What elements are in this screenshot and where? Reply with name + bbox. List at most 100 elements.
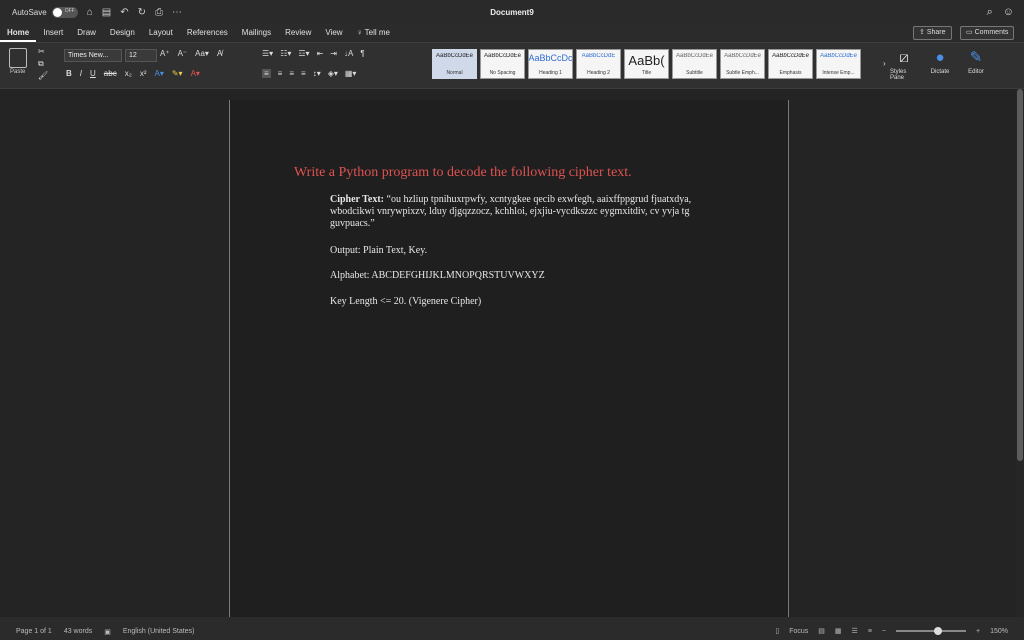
- align-center-icon[interactable]: ≡: [278, 69, 283, 78]
- save-icon[interactable]: ▤: [102, 7, 111, 18]
- scrollbar-thumb[interactable]: [1017, 89, 1023, 461]
- tab-layout[interactable]: Layout: [142, 24, 180, 42]
- text-effects-icon[interactable]: A▾: [154, 69, 163, 78]
- style-title[interactable]: AaBb( Title: [624, 49, 669, 79]
- alphabet-line: Alphabet: ABCDEFGHIJKLMNOPQRSTUVWXYZ: [330, 270, 545, 281]
- sort-icon[interactable]: ↓A: [344, 49, 353, 58]
- paste-icon[interactable]: [9, 48, 27, 68]
- align-left-icon[interactable]: ≡: [262, 69, 271, 78]
- dictate-button[interactable]: ● Dictate: [926, 47, 954, 75]
- language-status[interactable]: English (United States): [123, 628, 195, 636]
- account-icon[interactable]: ☺: [1003, 6, 1014, 19]
- subscript-icon[interactable]: x₂: [125, 69, 132, 78]
- comments-label: Comments: [974, 29, 1009, 36]
- print-icon[interactable]: ⎙: [155, 7, 163, 18]
- tab-tell-me[interactable]: ♀ Tell me: [350, 24, 397, 42]
- microphone-icon: ●: [935, 49, 945, 66]
- undo-icon[interactable]: ↶: [120, 7, 128, 18]
- proofing-icon[interactable]: ▣: [104, 628, 111, 636]
- share-button[interactable]: ⇪ Share: [913, 26, 952, 40]
- cut-icon[interactable]: ✂: [38, 47, 45, 56]
- font-size-select[interactable]: 12: [125, 49, 157, 62]
- vertical-scrollbar[interactable]: [1016, 89, 1024, 617]
- style-intense-emphasis[interactable]: AaBbCcDdEe Intense Emp...: [816, 49, 861, 79]
- style-subtitle[interactable]: AaBbCcDdEe Subtitle: [672, 49, 717, 79]
- borders-icon[interactable]: ▦▾: [345, 69, 357, 78]
- justify-icon[interactable]: ≡: [301, 69, 306, 78]
- word-count[interactable]: 43 words: [64, 628, 92, 636]
- line-spacing-icon[interactable]: ↕▾: [313, 69, 321, 78]
- autosave-toggle[interactable]: OFF: [51, 6, 78, 18]
- tab-view[interactable]: View: [318, 24, 349, 42]
- tab-draw[interactable]: Draw: [70, 24, 103, 42]
- format-painter-icon[interactable]: 🖌: [38, 71, 48, 80]
- chevron-right-icon[interactable]: ›: [883, 59, 886, 68]
- styles-pane-button[interactable]: ⧄ Styles Pane: [890, 47, 918, 81]
- pilcrow-icon[interactable]: ¶: [360, 49, 364, 58]
- shading-icon[interactable]: ◈▾: [328, 69, 338, 78]
- paste-label[interactable]: Paste: [10, 69, 25, 75]
- style-name: Heading 2: [587, 70, 610, 76]
- superscript-icon[interactable]: x²: [140, 69, 147, 78]
- home-icon[interactable]: ⌂: [87, 7, 93, 18]
- clear-formatting-icon[interactable]: A̸: [217, 49, 222, 58]
- focus-mode[interactable]: Focus: [789, 628, 808, 635]
- style-name: Title: [641, 70, 652, 76]
- editor-button[interactable]: ✎ Editor: [962, 47, 990, 75]
- tab-design[interactable]: Design: [103, 24, 142, 42]
- change-case-icon[interactable]: Aa▾: [195, 49, 209, 58]
- page-count[interactable]: Page 1 of 1: [16, 628, 52, 636]
- style-no-spacing[interactable]: AaBbCcDdEe No Spacing: [480, 49, 525, 79]
- style-subtle-emphasis[interactable]: AaBbCcDdEe Subtle Emph...: [720, 49, 765, 79]
- strikethrough-icon[interactable]: abc: [104, 69, 117, 78]
- increase-indent-icon[interactable]: ⇥: [330, 49, 337, 58]
- document-title: Document9: [490, 7, 534, 17]
- style-sample: AaBbCcDdEe: [819, 53, 858, 59]
- status-bar: Page 1 of 1 43 words ▣ English (United S…: [0, 624, 1024, 640]
- tab-mailings[interactable]: Mailings: [235, 24, 278, 42]
- decrease-indent-icon[interactable]: ⇤: [317, 49, 324, 58]
- style-normal[interactable]: AaBbCcDdEe Normal: [432, 49, 477, 79]
- grow-font-icon[interactable]: A⁺: [160, 49, 170, 58]
- copy-icon[interactable]: ⧉: [38, 59, 44, 69]
- align-right-icon[interactable]: ≡: [289, 69, 294, 78]
- draft-view-icon[interactable]: ≡: [868, 628, 872, 635]
- cipher-paragraph: Cipher Text: “ou hzliup tpnihuxrpwfy, xc…: [330, 194, 702, 230]
- multilevel-list-icon[interactable]: ☲▾: [298, 49, 309, 58]
- tab-review[interactable]: Review: [278, 24, 318, 42]
- style-name: No Spacing: [489, 70, 516, 76]
- style-sample: AaBbCcDdEe: [483, 53, 522, 59]
- tab-references[interactable]: References: [180, 24, 235, 42]
- focus-icon[interactable]: ▯: [775, 627, 779, 635]
- search-icon[interactable]: ⌕: [987, 6, 993, 19]
- style-emphasis[interactable]: AaBbCcDdEe Emphasis: [768, 49, 813, 79]
- style-heading-2[interactable]: AaBbCcDdE Heading 2: [576, 49, 621, 79]
- zoom-slider[interactable]: [896, 627, 966, 635]
- underline-icon[interactable]: U: [90, 69, 96, 78]
- highlight-icon[interactable]: ✎▾: [172, 69, 183, 78]
- zoom-slider-knob[interactable]: [934, 627, 942, 635]
- numbering-icon[interactable]: ☷▾: [280, 49, 291, 58]
- style-heading-1[interactable]: AaBbCcDc Heading 1: [528, 49, 573, 79]
- comments-button[interactable]: ▭ Comments: [960, 26, 1015, 40]
- redo-icon[interactable]: ↻: [138, 7, 146, 18]
- style-name: Normal: [446, 70, 463, 76]
- shrink-font-icon[interactable]: A⁻: [178, 49, 188, 58]
- tab-home[interactable]: Home: [0, 24, 37, 42]
- more-icon[interactable]: ⋯: [172, 7, 182, 18]
- tab-insert[interactable]: Insert: [36, 24, 70, 42]
- bullets-icon[interactable]: ☰▾: [262, 49, 273, 58]
- web-layout-icon[interactable]: ▦: [835, 627, 842, 635]
- document-page[interactable]: Write a Python program to decode the fol…: [229, 100, 789, 617]
- styles-pane-icon: ⧄: [899, 49, 909, 66]
- zoom-out-icon[interactable]: −: [882, 628, 886, 635]
- font-color-icon[interactable]: A▾: [191, 69, 200, 78]
- style-sample: AaBb(: [628, 53, 665, 68]
- outline-view-icon[interactable]: ☰: [852, 627, 858, 635]
- bold-icon[interactable]: B: [66, 69, 72, 78]
- zoom-in-icon[interactable]: +: [976, 628, 980, 635]
- italic-icon[interactable]: I: [80, 69, 82, 78]
- zoom-level[interactable]: 150%: [990, 628, 1008, 635]
- print-layout-icon[interactable]: ▤: [818, 627, 825, 635]
- font-name-select[interactable]: Times New...: [64, 49, 122, 62]
